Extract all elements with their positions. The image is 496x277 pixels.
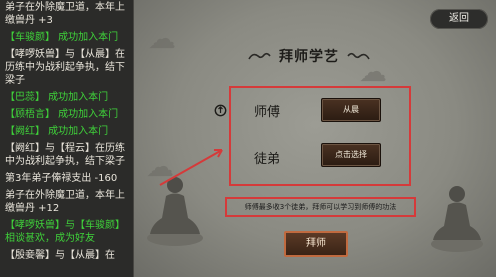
- rule-hint-text: 师傅最多收3个徒弟，拜师可以学习到师傅的功法: [225, 197, 416, 217]
- master-select-button[interactable]: 从晨: [321, 98, 381, 122]
- selection-panel: 师傅 从晨 徒弟 点击选择: [229, 86, 411, 186]
- log-entry: 【巴蕊】 成功加入本门: [5, 92, 109, 103]
- log-entry: 【哮啰妖兽】与【车骏颜】相谈甚欢，成为好友: [5, 220, 125, 244]
- log-entry: 【顾梧言】 成功加入本门: [5, 109, 119, 120]
- master-label: 师傅: [254, 105, 281, 120]
- disciple-select-button[interactable]: 点击选择: [321, 143, 381, 167]
- apprentice-button[interactable]: 拜师: [284, 231, 348, 257]
- log-entry: 【阙红】与【程云】在历练中为战利起争执，结下梁子: [5, 143, 125, 167]
- log-entry: 弟子在外除魔卫道，本年上缴兽丹 +3: [5, 2, 125, 26]
- log-entry: 【车骏颜】 成功加入本门: [5, 32, 119, 43]
- event-log-panel[interactable]: 弟子在外除魔卫道，本年上缴兽丹 +3 【车骏颜】 成功加入本门【哮啰妖兽】与【从晨…: [0, 0, 134, 277]
- disciple-label: 徒弟: [254, 152, 281, 167]
- page-title: 拜师学艺: [279, 49, 339, 65]
- meditating-figure-right: [431, 186, 483, 252]
- log-entry: 第3年弟子俸禄支出 -160: [5, 173, 118, 184]
- log-entry: 【哮啰妖兽】与【从晨】在历练中为战利起争执，结下梁子: [5, 49, 125, 86]
- title-banner: 拜师学艺: [219, 43, 399, 69]
- log-entry: 【阙红】 成功加入本门: [5, 126, 109, 137]
- cloud-decoration: ☁: [148, 22, 176, 55]
- info-ring-icon[interactable]: [214, 104, 227, 117]
- log-entry: 弟子在外除魔卫道，本年上缴兽丹 +12: [5, 190, 125, 214]
- apprentice-screen: ☁ ☁ ☁ 返回 拜师学艺 师傅 从晨 徒弟 点击选择 师傅最多收3个徒弟，拜师…: [134, 0, 496, 277]
- log-entry: 【殷妾馨】与【从晨】在: [5, 250, 115, 261]
- back-button[interactable]: 返回: [430, 9, 488, 29]
- meditating-figure-left: [147, 177, 203, 246]
- right-scroll-ornament-icon: [347, 52, 370, 60]
- left-scroll-ornament-icon: [248, 52, 271, 60]
